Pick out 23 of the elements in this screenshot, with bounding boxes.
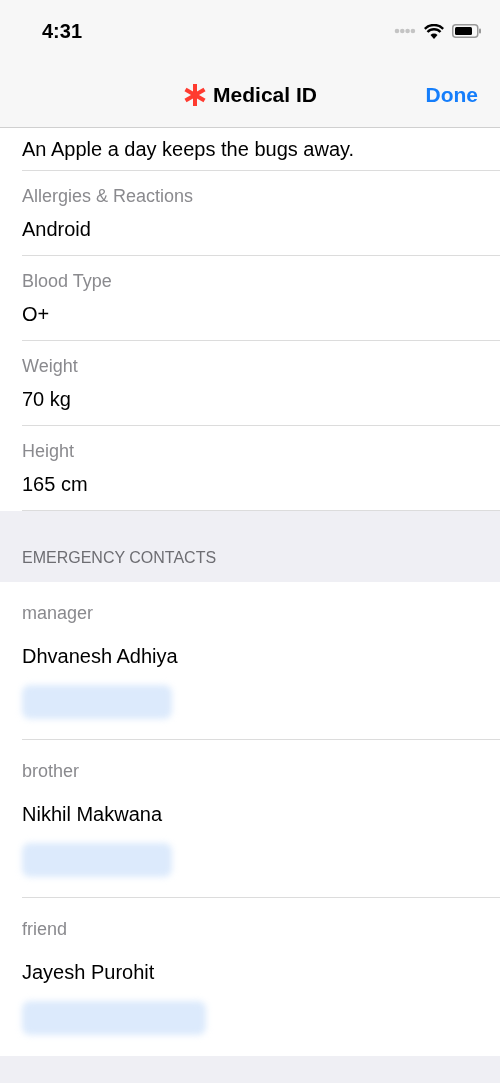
field-value: Android	[22, 216, 92, 242]
battery-icon	[452, 24, 482, 38]
done-button[interactable]: Done	[425, 78, 478, 111]
contact-name: Jayesh Purohit	[22, 960, 156, 985]
field-label: Allergies & Reactions	[22, 184, 195, 208]
field-value: O+	[22, 301, 51, 327]
contact-relation: manager	[22, 602, 95, 625]
contact-name: Dhvanesh Adhiya	[22, 644, 179, 669]
section-header: EMERGENCY CONTACTS	[22, 548, 217, 568]
field-label: Blood Type	[22, 269, 113, 293]
asterisk-icon	[183, 82, 208, 107]
contact-relation: friend	[22, 918, 69, 941]
field-value: 165 cm	[22, 471, 89, 497]
status-time: 4:31	[42, 19, 83, 44]
signal-icon	[394, 28, 416, 34]
contact-name: Nikhil Makwana	[22, 802, 164, 827]
field-label: Height	[22, 439, 76, 463]
field-label: Weight	[22, 354, 79, 378]
contact-relation: brother	[22, 760, 81, 783]
nav-title: Medical ID	[213, 81, 317, 108]
field-value: 70 kg	[22, 386, 72, 412]
field-value: An Apple a day keeps the bugs away.	[22, 137, 356, 162]
wifi-icon	[424, 23, 444, 39]
